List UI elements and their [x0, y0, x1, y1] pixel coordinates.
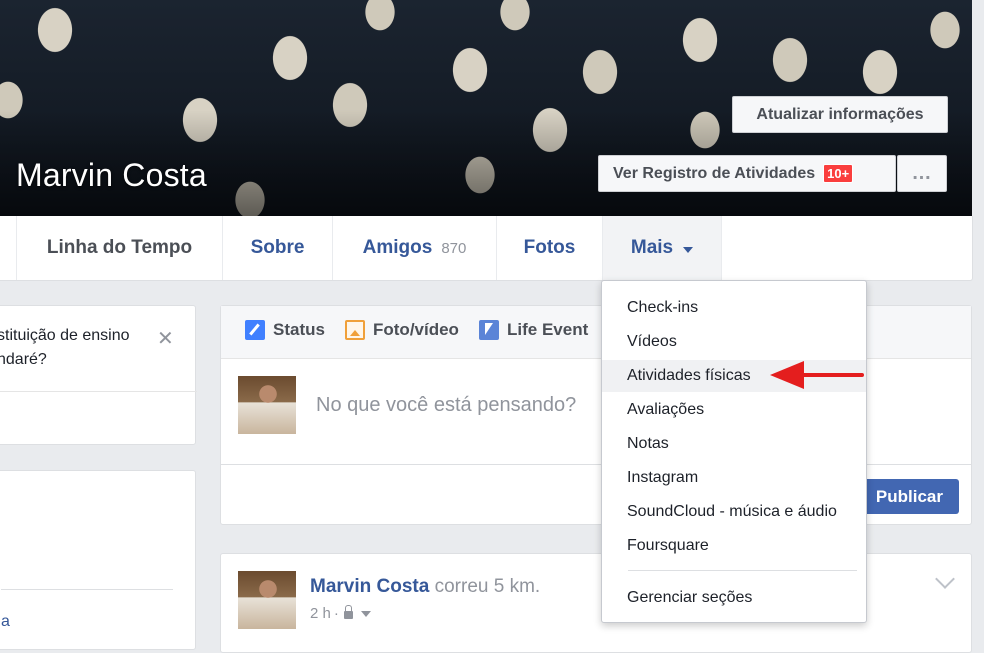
tab-about[interactable]: Sobre — [222, 216, 332, 280]
tab-friends[interactable]: Amigos 870 — [332, 216, 496, 280]
tab-label: Fotos — [523, 237, 576, 258]
pencil-icon — [245, 320, 265, 340]
divider — [1, 589, 173, 590]
profile-nav: Linha do Tempo Sobre Amigos 870 Fotos Ma… — [0, 216, 973, 281]
chevron-down-icon[interactable] — [935, 569, 955, 589]
composer-tab-label: Foto/vídeo — [373, 320, 459, 339]
suggestion-line-1: stituição de ensino — [0, 327, 130, 344]
publish-label: Publicar — [875, 486, 943, 506]
suggestion-line-2: ndaré? — [0, 351, 47, 368]
annotation-arrow-icon — [770, 361, 804, 389]
composer-input[interactable]: No que você está pensando? — [316, 394, 576, 417]
left-suggestion-card: stituição de ensino ndaré? ✕ — [0, 305, 197, 445]
post-author-link[interactable]: Marvin Costa — [310, 576, 429, 597]
photo-icon — [345, 320, 365, 340]
menu-item-notes[interactable]: Notas — [602, 428, 866, 460]
composer-tab-photo[interactable]: Foto/vídeo — [345, 320, 459, 340]
suggestion-text: stituição de ensino ndaré? — [0, 324, 130, 372]
lock-icon — [343, 604, 353, 619]
activity-badge: 10+ — [823, 164, 854, 183]
audience-caret-icon[interactable] — [360, 610, 371, 617]
tab-photos[interactable]: Fotos — [496, 216, 602, 280]
divider — [0, 391, 197, 392]
divider — [628, 570, 857, 571]
menu-item-manage-sections[interactable]: Gerenciar seções — [602, 582, 866, 614]
annotation-arrow-line — [800, 373, 864, 377]
friends-count: 870 — [441, 239, 467, 257]
post-time[interactable]: 2 h — [310, 605, 331, 622]
left-intro-card: a — [0, 470, 196, 650]
caret-down-icon — [683, 246, 694, 253]
tab-timeline[interactable]: Linha do Tempo — [16, 216, 222, 280]
menu-item-checkins[interactable]: Check-ins — [602, 292, 866, 324]
tab-more[interactable]: Mais — [602, 216, 722, 280]
composer-tab-label: Status — [273, 320, 325, 339]
more-dots-icon: … — [911, 162, 933, 184]
activity-log-button[interactable]: Ver Registro de Atividades 10+ — [598, 155, 896, 192]
menu-item-soundcloud[interactable]: SoundCloud - música e áudio — [602, 496, 866, 528]
flag-icon — [479, 320, 499, 340]
composer-tab-life-event[interactable]: Life Event — [479, 320, 588, 340]
intro-link[interactable]: a — [1, 613, 10, 631]
tab-label: Sobre — [250, 237, 305, 258]
update-info-button[interactable]: Atualizar informações — [732, 96, 948, 133]
more-dropdown-menu: Check-ins Vídeos Atividades físicas Aval… — [601, 280, 867, 623]
tab-label: Linha do Tempo — [46, 237, 193, 258]
meta-separator: · — [333, 605, 339, 622]
activity-log-label: Ver Registro de Atividades — [613, 164, 816, 182]
composer-tab-status[interactable]: Status — [245, 320, 325, 340]
tab-label: Mais — [630, 237, 674, 258]
close-icon[interactable]: ✕ — [157, 326, 174, 351]
post-action: correu 5 km. — [434, 576, 541, 597]
menu-item-reviews[interactable]: Avaliações — [602, 394, 866, 426]
post-meta: 2 h · — [310, 604, 371, 622]
avatar[interactable] — [238, 376, 296, 434]
post-header: Marvin Costa correu 5 km. — [310, 576, 540, 598]
profile-name[interactable]: Marvin Costa — [16, 157, 207, 194]
update-info-label: Atualizar informações — [756, 105, 924, 123]
tab-label: Amigos — [362, 237, 433, 258]
more-options-button[interactable]: … — [897, 155, 947, 192]
composer-tab-label: Life Event — [507, 320, 589, 339]
menu-item-videos[interactable]: Vídeos — [602, 326, 866, 358]
menu-item-instagram[interactable]: Instagram — [602, 462, 866, 494]
avatar[interactable] — [238, 571, 296, 629]
menu-item-foursquare[interactable]: Foursquare — [602, 530, 866, 562]
